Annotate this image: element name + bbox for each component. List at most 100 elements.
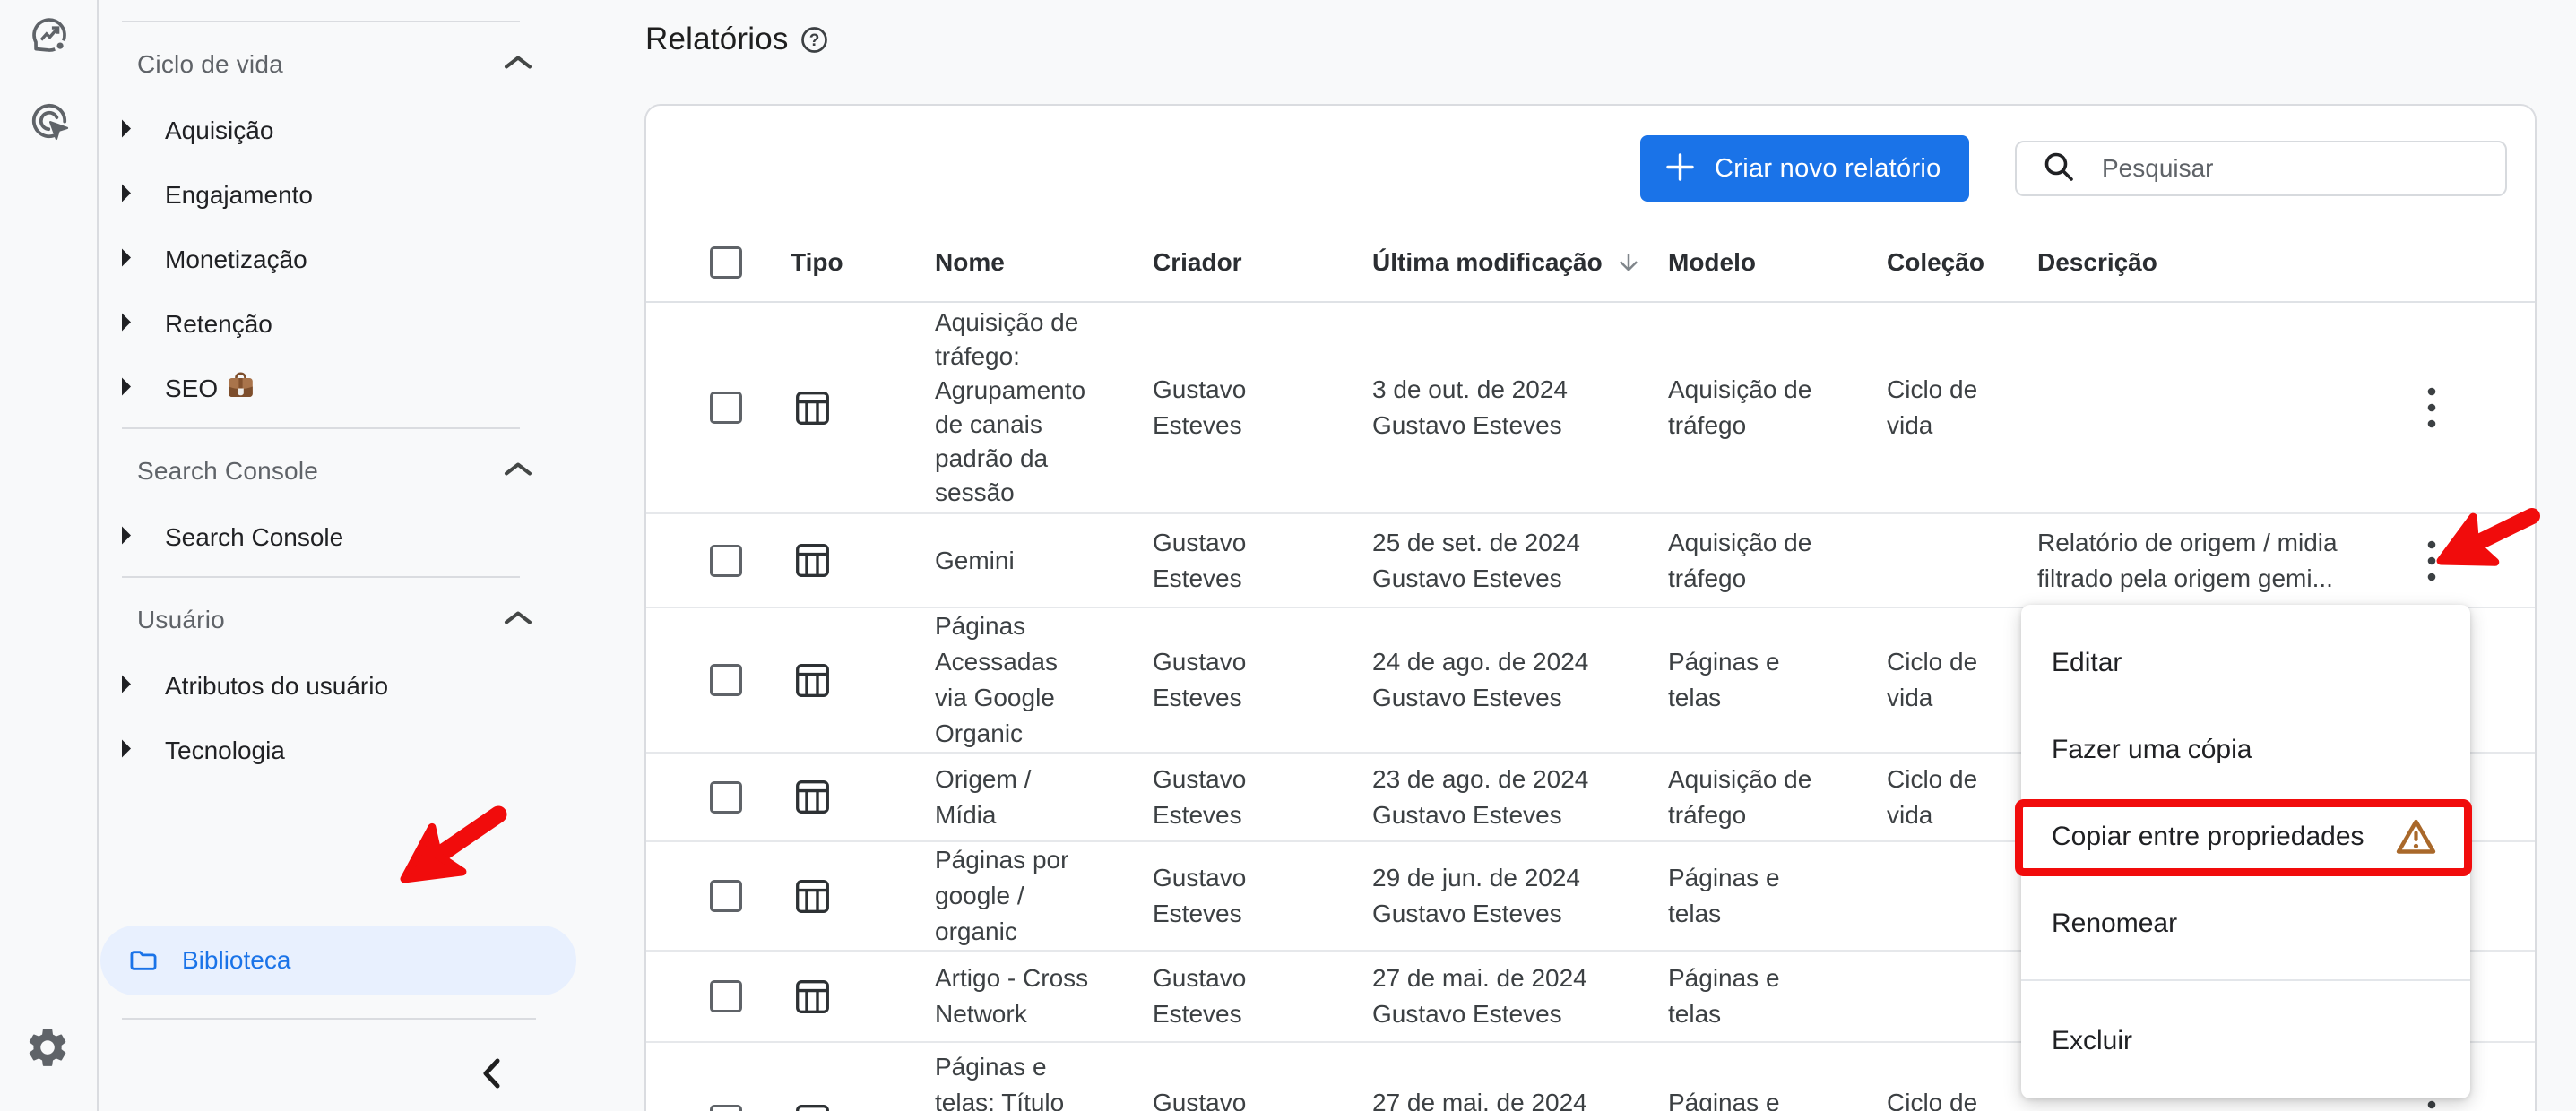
table-row: Aquisição detráfego:Agrupamentode canais… (646, 303, 2535, 514)
page-header: Relatórios ? (645, 22, 828, 57)
text-line: Aquisição de (1668, 525, 1824, 561)
nav-item-retencao[interactable]: Retenção (100, 303, 609, 346)
menu-item-renomear[interactable]: Renomear (2021, 880, 2470, 967)
nav-item-monetizacao[interactable]: Monetização (100, 238, 609, 281)
text-line: sessão (935, 476, 1128, 510)
nav-section-usuario[interactable]: Usuário (100, 600, 609, 640)
text-line: tráfego (1668, 561, 1824, 597)
text-line: Aquisição de (935, 306, 1128, 340)
menu-item-excluir[interactable]: Excluir (2021, 997, 2470, 1084)
nav-section-ciclo-de-vida[interactable]: Ciclo de vida (100, 45, 609, 84)
text-line: padrão da (935, 442, 1128, 476)
search-input[interactable] (2102, 154, 2505, 183)
nav-item-aquisicao[interactable]: Aquisição (100, 109, 609, 152)
cell-tipo (791, 303, 935, 512)
text-line: vida (1887, 680, 2001, 716)
reports-nav-button[interactable] (30, 15, 69, 55)
cell-select (646, 842, 791, 950)
divider (122, 427, 520, 429)
text-line: Gustavo (1153, 525, 1318, 561)
nav-item-seo[interactable]: SEO (100, 367, 609, 410)
text-line: google / (935, 878, 1128, 914)
more-vert-icon (2427, 387, 2436, 428)
cell-nome: Aquisição detráfego:Agrupamentode canais… (935, 303, 1153, 512)
text-line: 3 de out. de 2024 (1372, 372, 1650, 408)
table-chart-icon (796, 664, 935, 697)
row-checkbox[interactable] (710, 781, 742, 814)
settings-button[interactable] (24, 1024, 64, 1064)
text-line: Mídia (935, 797, 1128, 833)
nav-item-tecnologia[interactable]: Tecnologia (100, 729, 609, 772)
create-report-button[interactable]: Criar novo relatório (1640, 135, 1969, 202)
cell-colecao (1887, 842, 2037, 950)
row-menu-button[interactable] (2420, 1097, 2443, 1111)
section-label: Usuário (137, 606, 225, 634)
cell-descricao (2037, 303, 2345, 512)
nav-section-search-console[interactable]: Search Console (100, 452, 609, 491)
cell-ultima-modificacao: 27 de mai. de 2024Gustavo Esteves (1372, 1043, 1668, 1111)
cell-descricao: Relatório de origem / midiafiltrado pela… (2037, 514, 2345, 607)
cell-criador: GustavoEsteves (1153, 1043, 1372, 1111)
row-checkbox[interactable] (710, 880, 742, 912)
text-line: 29 de jun. de 2024 (1372, 860, 1650, 896)
cell-modelo: Páginas etelas (1668, 1043, 1887, 1111)
search-icon (2041, 149, 2077, 189)
collapse-sidebar-button[interactable] (466, 1050, 516, 1100)
annotation-arrow-row-menu (2425, 500, 2546, 582)
menu-divider (2021, 979, 2470, 981)
nav-item-atributos-do-usuario[interactable]: Atributos do usuário (100, 665, 609, 708)
explore-nav-button[interactable] (30, 101, 69, 141)
row-checkbox[interactable] (710, 664, 742, 696)
menu-item-fazer-uma-copia[interactable]: Fazer uma cópia (2021, 706, 2470, 793)
sidebar: Ciclo de vida Aquisição Engajamento Mone… (100, 0, 609, 1111)
section-label: Ciclo de vida (137, 50, 283, 79)
cell-nome: Artigo - CrossNetwork (935, 952, 1153, 1041)
text-line: Gustavo Esteves (1372, 996, 1650, 1032)
cell-tipo (791, 514, 935, 607)
divider (122, 576, 520, 578)
cell-modelo: Aquisição detráfego (1668, 514, 1887, 607)
cell-colecao (1887, 952, 2037, 1041)
row-checkbox[interactable] (710, 980, 742, 1012)
menu-item-editar[interactable]: Editar (2021, 619, 2470, 706)
briefcase-icon (227, 372, 255, 407)
text-line: Gustavo (1153, 1085, 1318, 1111)
text-line: via Google (935, 680, 1128, 716)
cell-tipo (791, 608, 935, 752)
arrow-right-icon (122, 526, 131, 550)
column-header-ultima-modificacao[interactable]: Última modificação (1372, 223, 1668, 301)
more-vert-icon (2427, 1100, 2436, 1111)
row-checkbox[interactable] (710, 545, 742, 577)
arrow-right-icon (122, 184, 131, 208)
text-line: Origem / (935, 762, 1128, 797)
nav-item-engajamento[interactable]: Engajamento (100, 174, 609, 217)
cell-modelo: Aquisição detráfego (1668, 303, 1887, 512)
row-menu-button[interactable] (2420, 383, 2443, 432)
cell-modelo: Páginas etelas (1668, 952, 1887, 1041)
help-icon[interactable]: ? (800, 26, 828, 54)
text-line: Esteves (1153, 996, 1318, 1032)
cell-ultima-modificacao: 25 de set. de 2024Gustavo Esteves (1372, 514, 1668, 607)
search-box (2015, 141, 2507, 196)
text-line: organic (935, 914, 1128, 950)
chevron-left-icon (481, 1058, 501, 1093)
text-line: Gustavo (1153, 762, 1318, 797)
text-line: Gemini (935, 543, 1128, 579)
select-all-checkbox[interactable] (710, 246, 742, 279)
text-line: tráfego (1668, 797, 1824, 833)
arrow-right-icon (122, 248, 131, 272)
text-line: Aquisição de (1668, 762, 1824, 797)
menu-item-copiar-entre-propriedades[interactable]: Copiar entre propriedades (2021, 793, 2470, 880)
cell-tipo (791, 842, 935, 950)
column-header-modelo: Modelo (1668, 223, 1887, 301)
column-header-criador: Criador (1153, 223, 1372, 301)
text-line: Gustavo (1153, 372, 1318, 408)
text-line: Gustavo Esteves (1372, 561, 1650, 597)
row-checkbox[interactable] (710, 1105, 742, 1111)
text-line: telas (1668, 996, 1824, 1032)
nav-item-search-console[interactable]: Search Console (100, 516, 609, 559)
table-header-row: Tipo Nome Criador Última modificação Mod… (646, 223, 2535, 303)
sidebar-item-biblioteca[interactable]: Biblioteca (100, 926, 576, 995)
row-checkbox[interactable] (710, 392, 742, 424)
text-line: Esteves (1153, 408, 1318, 444)
